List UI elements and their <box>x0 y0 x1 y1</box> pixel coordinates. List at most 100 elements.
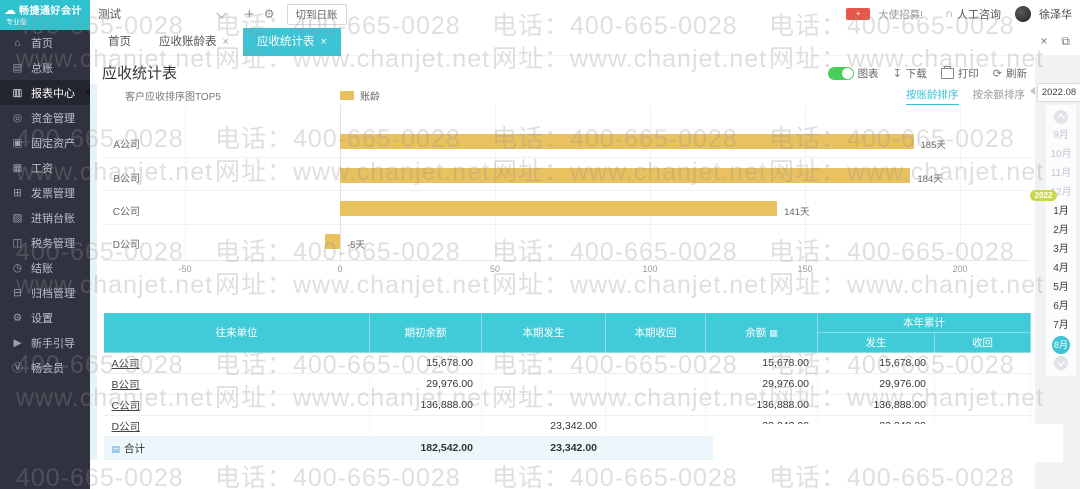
left-accent-strip <box>90 84 97 460</box>
sidebar-item-home[interactable]: ⌂ 首页 <box>0 30 90 55</box>
scroll-down-icon[interactable] <box>1054 356 1068 370</box>
close-icon[interactable]: × <box>1040 34 1047 49</box>
tab-receivable-statistics[interactable]: 应收统计表× <box>243 28 341 56</box>
month-item[interactable]: 2月 <box>1046 221 1076 240</box>
sidebar-item-inventory-ledger[interactable]: ▧ 进销台账 <box>0 205 90 230</box>
switch-version-button[interactable]: 切到日账 <box>287 4 347 25</box>
sidebar-item-closing[interactable]: ◷ 结账 <box>0 255 90 280</box>
sidebar-item-member[interactable]: Ⓥ 畅会员 <box>0 355 90 380</box>
sidebar-item-general-ledger[interactable]: ▤ 总账 <box>0 55 90 80</box>
sidebar-item-label: 设置 <box>31 310 53 326</box>
category-label: B公司 <box>103 170 140 185</box>
tab-label: 应收账龄表 <box>159 36 217 48</box>
table-row: C公司 136,888.00 136,888.00 136,888.00 <box>104 395 1031 416</box>
promo-badge-icon[interactable]: + <box>846 8 870 20</box>
page-title: 应收统计表 <box>102 62 177 83</box>
topbar-right: + 大使招募! ∩ 人工咨询 徐泽华 <box>846 0 1072 28</box>
sidebar-item-invoice[interactable]: ⊞ 发票管理 <box>0 180 90 205</box>
gear-icon[interactable]: ⚙ <box>264 7 275 21</box>
chart-bar <box>325 234 341 249</box>
close-icon[interactable]: × <box>320 36 326 48</box>
sidebar-item-guide[interactable]: ▶ 新手引导 <box>0 330 90 355</box>
headset-icon: ∩ <box>945 8 953 20</box>
print-button[interactable]: 打印 <box>941 66 979 81</box>
company-link[interactable]: A公司 <box>112 358 140 370</box>
cell <box>482 395 606 416</box>
chart-bar <box>340 168 910 183</box>
month-item[interactable]: 11月 <box>1046 164 1076 183</box>
chart-bar <box>340 134 914 149</box>
sidebar: ☁ 畅捷通好会计 专业版 ⌂ 首页 ▤ 总账 ▥ 报表中心 ◎ 资金管理 ▣ 固… <box>0 0 90 489</box>
tab-receivable-aging[interactable]: 应收账龄表 × <box>145 28 243 56</box>
month-item-selected[interactable]: 8月 <box>1052 336 1070 354</box>
cell: 136,888.00 <box>818 395 935 416</box>
col-header-opening-balance: 期初余额 <box>370 313 482 353</box>
sidebar-item-tax[interactable]: ◫ 税务管理 <box>0 230 90 255</box>
download-button[interactable]: ↧ 下载 <box>893 66 927 81</box>
cell <box>606 353 706 374</box>
month-item[interactable]: 7月 <box>1046 316 1076 335</box>
avatar[interactable] <box>1015 6 1031 22</box>
app-name: 畅捷通好会计 <box>19 2 82 17</box>
balance-sort-icon[interactable]: ▦ <box>769 328 778 338</box>
sidebar-item-settings[interactable]: ⚙ 设置 <box>0 305 90 330</box>
month-item[interactable]: 9月 <box>1046 126 1076 145</box>
cell <box>935 395 1031 416</box>
month-item[interactable]: 5月 <box>1046 278 1076 297</box>
tab-home[interactable]: 首页 <box>94 28 145 56</box>
cell: 29,976.00 <box>818 374 935 395</box>
expand-icon[interactable]: ⧉ <box>1061 34 1070 49</box>
sidebar-item-archive[interactable]: ⊟ 归档管理 <box>0 280 90 305</box>
tab-bar: 首页 应收账龄表 × 应收统计表× × ⧉ <box>90 28 1080 56</box>
chevron-down-icon[interactable] <box>217 8 227 18</box>
sidebar-item-label: 报表中心 <box>31 85 75 101</box>
add-icon[interactable]: + <box>245 6 254 23</box>
month-item[interactable]: 10月 <box>1046 145 1076 164</box>
sidebar-item-report-center[interactable]: ▥ 报表中心 <box>0 80 90 105</box>
x-axis-tick: 200 <box>945 264 975 274</box>
close-icon[interactable]: × <box>223 36 229 48</box>
sort-by-aging[interactable]: 按账龄排序 <box>906 87 959 105</box>
x-axis-tick: 150 <box>790 264 820 274</box>
month-item[interactable]: 6月 <box>1046 297 1076 316</box>
company-link[interactable]: D公司 <box>112 421 141 433</box>
user-name[interactable]: 徐泽华 <box>1039 6 1072 22</box>
company-link[interactable]: B公司 <box>112 379 140 391</box>
download-label: 下载 <box>906 66 927 81</box>
period-date-box[interactable]: 2022.08 <box>1037 83 1080 102</box>
sidebar-item-salary[interactable]: ▦ 工资 <box>0 155 90 180</box>
gear-icon: ⚙ <box>11 312 24 324</box>
salary-icon: ▦ <box>11 162 24 174</box>
inventory-icon: ▧ <box>11 212 24 224</box>
promo-text[interactable]: 大使招募! <box>878 7 923 22</box>
ledger-icon: ▤ <box>11 62 24 74</box>
company-link[interactable]: C公司 <box>112 400 141 412</box>
funds-icon: ◎ <box>11 112 24 124</box>
sidebar-item-fixed-assets[interactable]: ▣ 固定资产 <box>0 130 90 155</box>
panel-collapse-icon[interactable] <box>1030 87 1035 95</box>
sidebar-item-funds[interactable]: ◎ 资金管理 <box>0 105 90 130</box>
toggle-on-icon[interactable] <box>828 67 854 80</box>
sidebar-item-label: 总账 <box>31 60 53 76</box>
col-header-ytd-incurred: 发生 <box>818 333 935 353</box>
refresh-icon: ⟳ <box>993 67 1002 80</box>
cell: 136,888.00 <box>706 395 818 416</box>
chart-toggle-label: 图表 <box>858 66 879 81</box>
month-item[interactable]: 4月 <box>1046 259 1076 278</box>
chart-toggle[interactable]: 图表 <box>828 66 879 81</box>
cell <box>606 374 706 395</box>
chart-bar <box>340 201 777 216</box>
member-icon: Ⓥ <box>11 360 24 375</box>
sidebar-item-label: 畅会员 <box>31 360 64 376</box>
invoice-icon: ⊞ <box>11 187 24 199</box>
month-item[interactable]: 1月 <box>1046 202 1076 221</box>
refresh-button[interactable]: ⟳ 刷新 <box>993 66 1027 81</box>
scroll-up-icon[interactable] <box>1054 110 1068 124</box>
bar-value-label: 184天 <box>917 171 942 185</box>
sidebar-item-label: 资金管理 <box>31 110 75 126</box>
support-button[interactable]: ∩ 人工咨询 <box>945 6 1001 22</box>
total-label: 合计 <box>124 443 145 455</box>
sort-by-balance[interactable]: 按余额排序 <box>973 87 1026 105</box>
account-set-selector[interactable]: 测试 <box>98 6 218 22</box>
month-item[interactable]: 3月 <box>1046 240 1076 259</box>
